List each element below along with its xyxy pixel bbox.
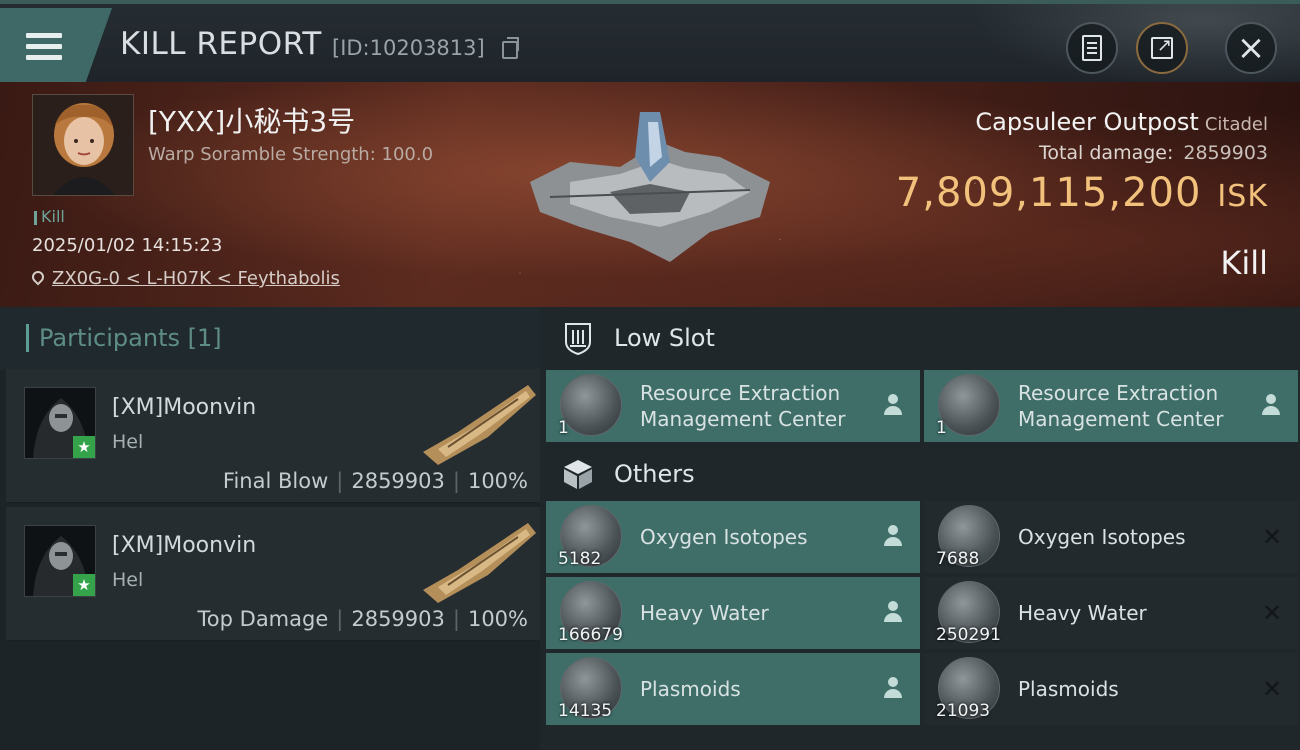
item-quantity: 1 xyxy=(936,418,947,438)
isk-amount: 7,809,115,200 xyxy=(895,170,1202,216)
item-name: Oxygen Isotopes xyxy=(1018,525,1186,549)
participant-damage: 2859903 xyxy=(351,607,445,631)
participant-name: [XM]Moonvin xyxy=(112,395,257,420)
low-slot-title: Low Slot xyxy=(614,324,715,352)
total-damage-label: Total damage: xyxy=(1038,142,1174,164)
item-quantity: 21093 xyxy=(936,701,991,721)
loot-panel: Low Slot 1 Resource Extraction Managemen… xyxy=(540,307,1300,750)
person-icon xyxy=(882,677,906,701)
loot-item[interactable]: 1 Resource Extraction Management Center xyxy=(546,370,920,442)
participants-panel: Participants [1] ★ [XM]Moonvin Hel Final… xyxy=(0,307,540,750)
participant-name: [XM]Moonvin xyxy=(112,533,257,558)
item-name: Resource Extraction Management Center xyxy=(640,381,846,431)
loot-item[interactable]: 250291 Heavy Water ✕ xyxy=(924,577,1298,649)
low-slot-icon xyxy=(565,323,591,356)
participant-ship-image xyxy=(423,385,536,465)
participant-role: Final Blow xyxy=(222,469,329,493)
participant-ship-image xyxy=(423,523,536,603)
item-name: Plasmoids xyxy=(640,677,741,701)
item-quantity: 14135 xyxy=(558,701,613,721)
participant-avatar: ★ xyxy=(24,387,96,459)
item-name: Heavy Water xyxy=(1018,601,1147,625)
total-damage-value: 2859903 xyxy=(1183,142,1268,164)
target-name: Capsuleer Outpost Citadel xyxy=(975,108,1268,136)
participant-role: Top Damage xyxy=(197,607,329,631)
item-name: Heavy Water xyxy=(640,601,769,625)
location[interactable]: ZX0G-0 < L-H07K < Feythabolis xyxy=(29,268,340,289)
participant-damage: 2859903 xyxy=(351,469,445,493)
location-pin-icon xyxy=(29,268,47,286)
item-quantity: 250291 xyxy=(936,625,1001,645)
participant-percent: 100% xyxy=(467,469,528,493)
participants-header: Participants [1] xyxy=(0,307,540,369)
target-structure-image xyxy=(530,112,770,262)
kill-tag-label: Kill xyxy=(41,207,65,226)
page-title: KILL REPORT xyxy=(120,26,322,62)
item-quantity: 5182 xyxy=(558,549,602,569)
item-quantity: 7688 xyxy=(936,549,980,569)
clipboard-button[interactable] xyxy=(1066,22,1118,74)
target-type: Citadel xyxy=(1204,114,1268,135)
low-slot-header: Low Slot xyxy=(540,307,1300,369)
kill-banner: [YXX]小秘书3号 Warp Soramble Strength: 100.0… xyxy=(0,82,1300,307)
participant-ship: Hel xyxy=(112,569,144,591)
x-icon: ✕ xyxy=(1261,675,1283,703)
share-icon xyxy=(1151,35,1173,59)
participant-row[interactable]: ★ [XM]Moonvin Hel Top Damage | 2859903 | 100… xyxy=(6,507,540,641)
close-button[interactable]: × xyxy=(1225,22,1277,74)
loot-item[interactable]: 21093 Plasmoids ✕ xyxy=(924,653,1298,725)
item-thumbnail xyxy=(938,374,1000,436)
x-icon: ✕ xyxy=(1261,523,1283,551)
participant-avatar: ★ xyxy=(24,525,96,597)
target-name-label: Capsuleer Outpost xyxy=(975,108,1199,136)
item-quantity: 1 xyxy=(558,418,569,438)
report-id: [ID:10203813] xyxy=(332,36,485,60)
kill-datetime: 2025/01/02 14:15:23 xyxy=(32,235,223,256)
participant-percent: 100% xyxy=(467,607,528,631)
total-damage: Total damage: 2859903 xyxy=(1039,142,1268,164)
kill-result: Kill xyxy=(1220,244,1268,282)
loot-item[interactable]: 1 Resource Extraction Management Center xyxy=(924,370,1298,442)
loot-item[interactable]: 7688 Oxygen Isotopes ✕ xyxy=(924,501,1298,573)
participant-stats: Final Blow | 2859903 | 100% xyxy=(222,469,528,493)
copy-icon[interactable] xyxy=(502,37,519,59)
victim-portrait[interactable] xyxy=(32,94,134,196)
person-icon xyxy=(1260,394,1284,418)
participant-stats: Top Damage | 2859903 | 100% xyxy=(197,607,528,631)
item-name: Resource Extraction Management Center xyxy=(1018,381,1224,431)
participant-ship: Hel xyxy=(112,431,144,453)
others-title: Others xyxy=(614,460,695,488)
loot-item[interactable]: 5182 Oxygen Isotopes xyxy=(546,501,920,573)
person-icon xyxy=(882,601,906,625)
person-icon xyxy=(882,394,906,418)
kill-tag: Kill xyxy=(34,207,65,226)
item-name: Plasmoids xyxy=(1018,677,1119,701)
person-icon xyxy=(882,525,906,549)
star-icon: ★ xyxy=(73,436,95,458)
loot-item[interactable]: 166679 Heavy Water xyxy=(546,577,920,649)
isk-value: 7,809,115,200 ISK xyxy=(896,170,1268,216)
cube-icon xyxy=(564,460,592,489)
victim-name[interactable]: [YXX]小秘书3号 xyxy=(148,100,355,140)
item-thumbnail xyxy=(560,374,622,436)
item-quantity: 166679 xyxy=(558,625,623,645)
x-icon: ✕ xyxy=(1261,599,1283,627)
location-link[interactable]: ZX0G-0 < L-H07K < Feythabolis xyxy=(52,268,340,289)
item-name: Oxygen Isotopes xyxy=(640,525,808,549)
loot-item[interactable]: 14135 Plasmoids xyxy=(546,653,920,725)
isk-unit: ISK xyxy=(1217,179,1268,214)
share-button[interactable] xyxy=(1136,22,1188,74)
victim-subtitle: Warp Soramble Strength: 100.0 xyxy=(148,144,434,165)
menu-button[interactable] xyxy=(0,8,112,84)
clipboard-icon xyxy=(1082,35,1102,61)
menu-icon xyxy=(26,27,62,66)
participant-row[interactable]: ★ [XM]Moonvin Hel Final Blow | 2859903 | 100… xyxy=(6,369,540,503)
star-icon: ★ xyxy=(73,574,95,596)
top-bar: KILL REPORT [ID:10203813] × xyxy=(0,0,1300,86)
close-icon: × xyxy=(1236,28,1266,68)
others-header: Others xyxy=(540,443,1300,505)
